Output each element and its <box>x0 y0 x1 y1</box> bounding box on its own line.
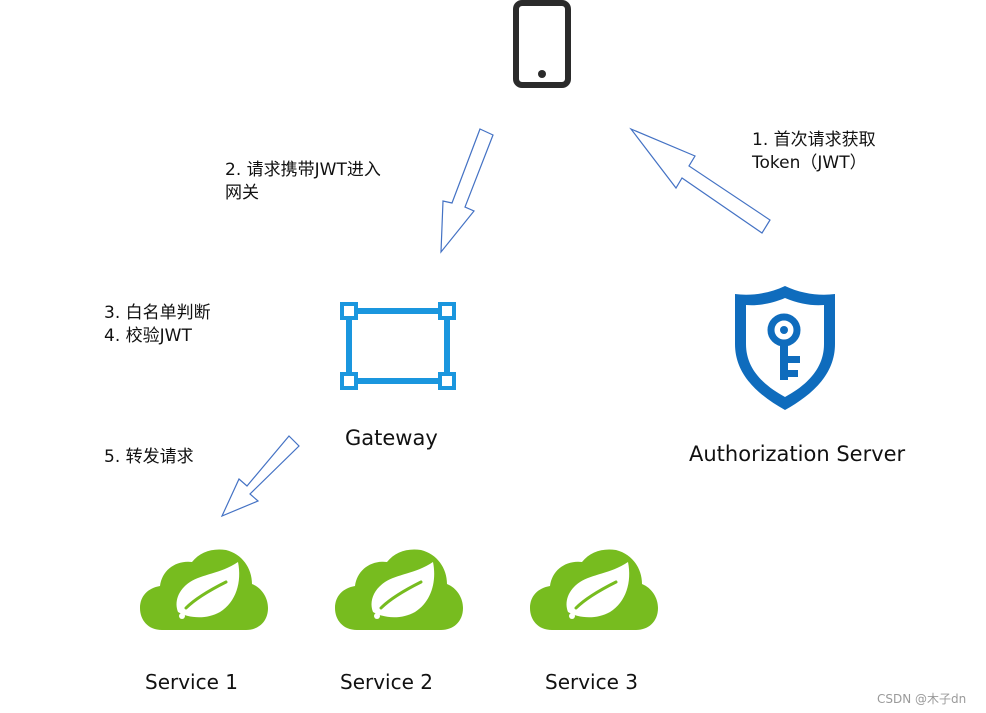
spring-cloud-icon <box>530 549 658 630</box>
step1-line2: Token（JWT） <box>752 153 867 173</box>
auth-server-label: Authorization Server <box>689 442 906 466</box>
service-1-label: Service 1 <box>145 670 238 694</box>
step2-line1: 2. 请求携带JWT进入 <box>225 160 381 180</box>
spring-cloud-icon <box>140 549 268 630</box>
csdn-watermark: CSDN @木子dn <box>877 692 967 706</box>
step2-note: 2. 请求携带JWT进入 网关 <box>225 159 381 205</box>
step1-line1: 1. 首次请求获取 <box>752 130 876 150</box>
service-2-label: Service 2 <box>340 670 433 694</box>
step5-note: 5. 转发请求 <box>104 447 194 467</box>
shield-key-icon <box>735 286 835 410</box>
service-3-label: Service 3 <box>545 670 638 694</box>
gateway-label: Gateway <box>345 426 438 450</box>
gateway-steps-note: 3. 白名单判断 4. 校验JWT <box>104 302 211 348</box>
step2-line2: 网关 <box>225 183 259 203</box>
gateway-frame-icon <box>340 302 456 390</box>
step3-line: 3. 白名单判断 <box>104 303 211 323</box>
step4-line: 4. 校验JWT <box>104 326 192 346</box>
spring-cloud-icon <box>335 549 463 630</box>
step1-note: 1. 首次请求获取 Token（JWT） <box>752 129 876 175</box>
